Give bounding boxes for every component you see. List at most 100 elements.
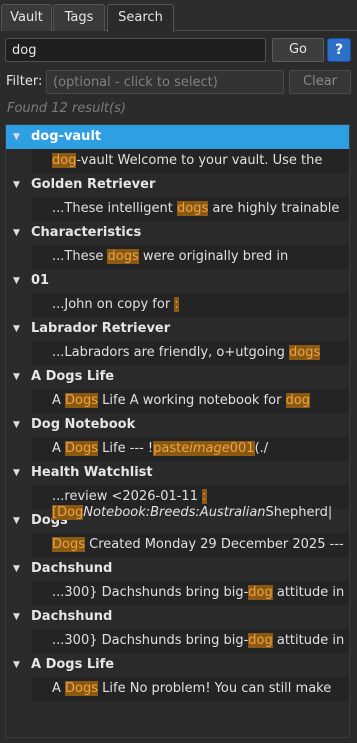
result-item[interactable]: ▼ Health Watchlist ...review <2026-01-11 : bbox=[6, 461, 349, 509]
snippet-text: dog-vault Welcome to your vault. Use the bbox=[52, 153, 322, 169]
go-button[interactable]: Go bbox=[272, 38, 324, 62]
expand-arrow-icon[interactable]: ▼ bbox=[13, 269, 20, 293]
expand-arrow-icon[interactable]: ▼ bbox=[13, 365, 20, 389]
result-title: Dog Notebook bbox=[31, 417, 136, 432]
snippet-segment: are highly trainable bbox=[208, 201, 340, 216]
snippet-segment: ...Labradors are friendly, o+utgoing bbox=[52, 345, 289, 360]
result-header[interactable]: ▼ Dog Notebook bbox=[6, 413, 349, 437]
result-snippet[interactable]: ...These dogs were originally bred in bbox=[32, 245, 349, 269]
snippet-segment: Created Monday 29 December 2025 --- bbox=[85, 537, 344, 552]
expand-arrow-icon[interactable]: ▼ bbox=[13, 605, 20, 629]
match-highlight: dog bbox=[52, 153, 77, 168]
match-highlight: dog bbox=[248, 633, 273, 648]
expand-arrow-icon[interactable]: ▼ bbox=[13, 653, 20, 677]
expand-arrow-icon[interactable]: ▼ bbox=[13, 557, 20, 581]
result-header[interactable]: ▼ Dachshund bbox=[6, 605, 349, 629]
expand-arrow-icon[interactable]: ▼ bbox=[13, 509, 20, 533]
match-highlight: Dog bbox=[57, 505, 84, 520]
result-header[interactable]: ▼ Golden Retriever bbox=[6, 173, 349, 197]
result-header[interactable]: ▼ A Dogs Life bbox=[6, 365, 349, 389]
match-highlight: Dogs bbox=[65, 393, 99, 408]
result-title: Health Watchlist bbox=[31, 465, 153, 480]
snippet-segment: ...review <2026-01-11 bbox=[52, 489, 203, 504]
result-header[interactable]: ▼ A Dogs Life bbox=[6, 653, 349, 677]
result-header[interactable]: ▼ Health Watchlist bbox=[6, 461, 349, 485]
result-snippet[interactable]: Dogs Created Monday 29 December 2025 --- bbox=[32, 533, 349, 557]
result-item[interactable]: ▼ A Dogs Life A Dogs Life A working notebo… bbox=[6, 365, 349, 413]
snippet-text: A Dogs Life No problem! You can still ma… bbox=[52, 681, 331, 697]
result-snippet[interactable]: A Dogs Life No problem! You can still ma… bbox=[32, 677, 349, 701]
result-item[interactable]: ▼ Golden Retriever ...These intelligent do… bbox=[6, 173, 349, 221]
result-item[interactable]: ▼ Characteristics ...These dogs were origi… bbox=[6, 221, 349, 269]
result-header[interactable]: ▼ Dachshund bbox=[6, 557, 349, 581]
snippet-text: ...John on copy for : bbox=[52, 297, 179, 313]
search-input[interactable] bbox=[5, 38, 266, 62]
tab-search[interactable]: Search bbox=[107, 4, 174, 32]
tab-vault[interactable]: Vault bbox=[1, 4, 52, 31]
snippet-segment: attitude in bbox=[272, 633, 345, 648]
expand-arrow-icon[interactable]: ▼ bbox=[13, 221, 20, 245]
filter-label: Filter: bbox=[6, 74, 43, 89]
tab-tags[interactable]: Tags bbox=[53, 4, 105, 31]
match-highlight: : bbox=[202, 489, 207, 504]
snippet-segment: A bbox=[52, 441, 66, 456]
snippet-segment: attitude in bbox=[272, 585, 345, 600]
result-item[interactable]: ▼ Dog Notebook A Dogs Life --- !pasteimage… bbox=[6, 413, 349, 461]
result-header[interactable]: ▼ dog-vault bbox=[6, 125, 349, 149]
result-snippet[interactable]: ...These intelligent dogs are highly tra… bbox=[32, 197, 349, 221]
result-snippet[interactable]: A Dogs Life --- !pasteimage001(./ bbox=[32, 437, 349, 461]
match-highlight: dogs bbox=[176, 201, 209, 216]
expand-arrow-icon[interactable]: ▼ bbox=[13, 461, 20, 485]
result-snippet[interactable]: ...John on copy for : bbox=[32, 293, 349, 317]
snippet-segment: Life A working notebook for bbox=[98, 393, 286, 408]
result-title: Dachshund bbox=[31, 609, 113, 624]
help-button[interactable]: ? bbox=[327, 38, 351, 62]
snippet-segment: ...These intelligent bbox=[52, 201, 177, 216]
result-item[interactable]: ▼ dog-vault dog-vault Welcome to your vaul… bbox=[6, 125, 349, 173]
result-title: dog-vault bbox=[31, 129, 102, 144]
result-title: Dachshund bbox=[31, 561, 113, 576]
result-item[interactable]: ▼ A Dogs Life A Dogs Life No problem! You … bbox=[6, 653, 349, 701]
result-snippet[interactable]: ...300} Dachshunds bring big-dog attitud… bbox=[32, 629, 349, 653]
result-snippet[interactable]: ...Labradors are friendly, o+utgoing dog… bbox=[32, 341, 349, 365]
snippet-segment: A bbox=[52, 393, 66, 408]
results-count: Found 12 result(s) bbox=[7, 101, 126, 116]
result-title: Characteristics bbox=[31, 225, 142, 240]
result-header[interactable]: ▼ 01 bbox=[6, 269, 349, 293]
snippet-text: ...These dogs were originally bred in bbox=[52, 249, 288, 265]
snippet-segment: (./ bbox=[254, 441, 269, 456]
result-item[interactable]: ▼ Labrador Retriever ...Labradors are frie… bbox=[6, 317, 349, 365]
result-title: A Dogs Life bbox=[31, 369, 115, 384]
result-header[interactable]: ▼ Labrador Retriever bbox=[6, 317, 349, 341]
result-title: A Dogs Life bbox=[31, 657, 115, 672]
snippet-text: Dogs Created Monday 29 December 2025 --- bbox=[52, 537, 344, 553]
expand-arrow-icon[interactable]: ▼ bbox=[13, 317, 20, 341]
match-highlight: dogs bbox=[107, 249, 139, 264]
result-title: Labrador Retriever bbox=[31, 321, 171, 336]
expand-arrow-icon[interactable]: ▼ bbox=[13, 173, 20, 197]
result-snippet[interactable]: A Dogs Life A working notebook for dog bbox=[32, 389, 349, 413]
filter-input[interactable] bbox=[46, 70, 284, 94]
result-header[interactable]: ▼ Characteristics bbox=[6, 221, 349, 245]
clear-button[interactable]: Clear bbox=[289, 70, 351, 94]
result-item[interactable]: ▼ Dachshund ...300} Dachshunds bring big-d… bbox=[6, 605, 349, 653]
result-item[interactable]: ▼ Dachshund ...300} Dachshunds bring big-d… bbox=[6, 557, 349, 605]
results-list[interactable]: ▼ dog-vault dog-vault Welcome to your vaul… bbox=[5, 124, 350, 738]
snippet-second-line: [DogNotebook:Breeds:AustralianShepherd| bbox=[52, 505, 332, 521]
snippet-text: ...300} Dachshunds bring big-dog attitud… bbox=[52, 585, 344, 601]
match-highlight: Dogs bbox=[65, 441, 99, 456]
result-snippet[interactable]: ...300} Dachshunds bring big-dog attitud… bbox=[32, 581, 349, 605]
result-snippet[interactable]: dog-vault Welcome to your vault. Use the bbox=[32, 149, 349, 173]
match-highlight: : bbox=[174, 297, 179, 312]
snippet-text: ...review <2026-01-11 : bbox=[52, 489, 207, 505]
snippet-segment: ...These bbox=[52, 249, 108, 264]
snippet-segment: Shepherd| bbox=[265, 505, 333, 520]
expand-arrow-icon[interactable]: ▼ bbox=[13, 413, 20, 437]
tab-bar: Vault Tags Search bbox=[0, 0, 357, 32]
result-title: 01 bbox=[31, 273, 50, 288]
match-highlight: paste bbox=[153, 441, 190, 456]
result-item[interactable]: ▼ 01 ...John on copy for : bbox=[6, 269, 349, 317]
expand-arrow-icon[interactable]: ▼ bbox=[13, 125, 20, 149]
match-highlight: dog bbox=[248, 585, 273, 600]
match-highlight: 001 bbox=[229, 441, 255, 456]
